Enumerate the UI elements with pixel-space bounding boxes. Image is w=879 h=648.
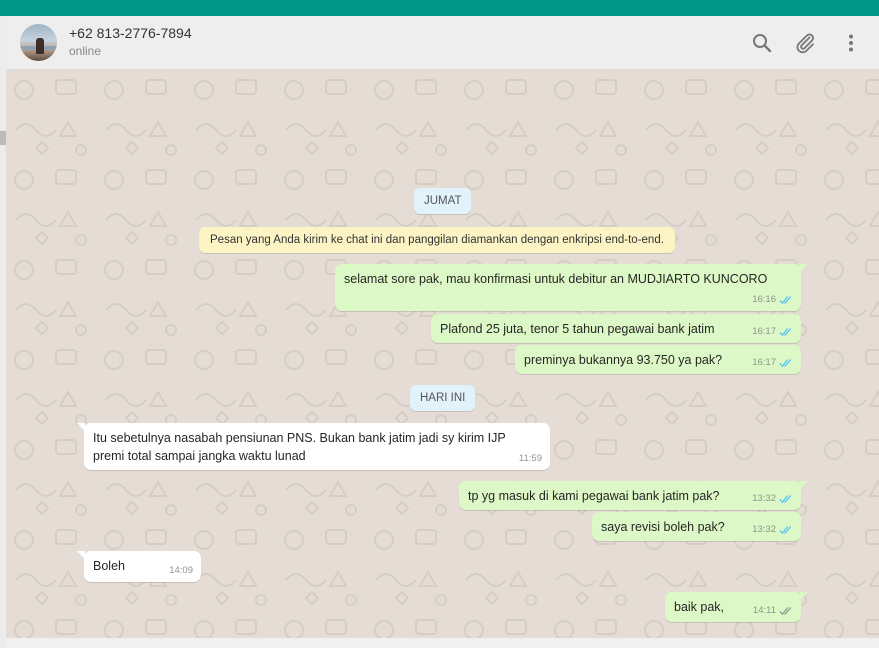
search-icon[interactable] bbox=[750, 31, 774, 55]
message-text: Plafond 25 juta, tenor 5 tahun pegawai b… bbox=[440, 322, 715, 336]
message-meta: 16:17 bbox=[752, 354, 793, 372]
message-bubble[interactable]: baik pak, 14:11 bbox=[665, 592, 808, 622]
message-time: 16:17 bbox=[752, 357, 776, 368]
read-ticks-icon bbox=[779, 526, 792, 534]
menu-icon[interactable] bbox=[839, 31, 863, 55]
message-meta: 16:17 bbox=[752, 323, 793, 341]
message-bubble[interactable]: tp yg masuk di kami pegawai bank jatim p… bbox=[459, 481, 808, 510]
message-meta: 11:59 bbox=[519, 450, 542, 468]
message-time: 14:09 bbox=[169, 565, 193, 576]
message-time: 11:59 bbox=[518, 453, 542, 464]
chat-header[interactable]: +62 813-2776-7894 online bbox=[6, 16, 879, 70]
contact-name[interactable]: +62 813-2776-7894 bbox=[69, 25, 192, 41]
message-time: 13:32 bbox=[752, 524, 776, 535]
encryption-notice[interactable]: Pesan yang Anda kirim ke chat ini dan pa… bbox=[199, 227, 675, 253]
day-label-hari-ini: HARI INI bbox=[410, 385, 476, 411]
message-time: 16:17 bbox=[752, 326, 776, 337]
read-ticks-icon bbox=[779, 328, 792, 336]
message-bubble[interactable]: Boleh 14:09 bbox=[77, 551, 201, 582]
message-time: 16:16 bbox=[752, 294, 776, 305]
message-time: 13:32 bbox=[752, 493, 776, 504]
message-meta: 14:11 bbox=[753, 602, 793, 620]
message-meta: 13:32 bbox=[752, 521, 793, 539]
message-text: baik pak, bbox=[674, 600, 725, 614]
attach-icon[interactable] bbox=[793, 31, 817, 55]
day-label-jumat: JUMAT bbox=[414, 188, 472, 214]
message-text: Itu sebetulnya nasabah pensiunan PNS. Bu… bbox=[93, 431, 506, 463]
message-time: 14:11 bbox=[752, 605, 776, 616]
message-text: selamat sore pak, mau konfirmasi untuk d… bbox=[344, 272, 768, 286]
message-meta: 13:32 bbox=[752, 490, 793, 508]
message-text: preminya bukannya 93.750 ya pak? bbox=[524, 353, 723, 367]
message-bubble[interactable]: Plafond 25 juta, tenor 5 tahun pegawai b… bbox=[431, 314, 801, 343]
read-ticks-icon bbox=[779, 359, 792, 367]
message-bubble[interactable]: saya revisi boleh pak? 13:32 bbox=[592, 512, 801, 541]
message-text: saya revisi boleh pak? bbox=[601, 520, 725, 534]
app-top-bar bbox=[0, 0, 879, 16]
message-text: tp yg masuk di kami pegawai bank jatim p… bbox=[468, 489, 720, 503]
composer-edge bbox=[6, 638, 879, 648]
chat-area[interactable]: JUMAT Pesan yang Anda kirim ke chat ini … bbox=[6, 70, 879, 638]
message-bubble[interactable]: preminya bukannya 93.750 ya pak? 16:17 bbox=[515, 345, 801, 374]
avatar-figure bbox=[36, 38, 44, 54]
message-meta: 14:09 bbox=[169, 562, 193, 580]
message-bubble[interactable]: Itu sebetulnya nasabah pensiunan PNS. Bu… bbox=[77, 423, 550, 470]
contact-status: online bbox=[69, 44, 102, 58]
message-meta: 16:16 bbox=[752, 291, 793, 309]
message-text: Boleh bbox=[93, 559, 125, 573]
delivered-ticks-icon bbox=[779, 607, 792, 615]
message-bubble[interactable]: selamat sore pak, mau konfirmasi untuk d… bbox=[335, 264, 808, 311]
read-ticks-icon bbox=[779, 296, 792, 304]
avatar[interactable] bbox=[20, 24, 57, 61]
read-ticks-icon bbox=[779, 495, 792, 503]
